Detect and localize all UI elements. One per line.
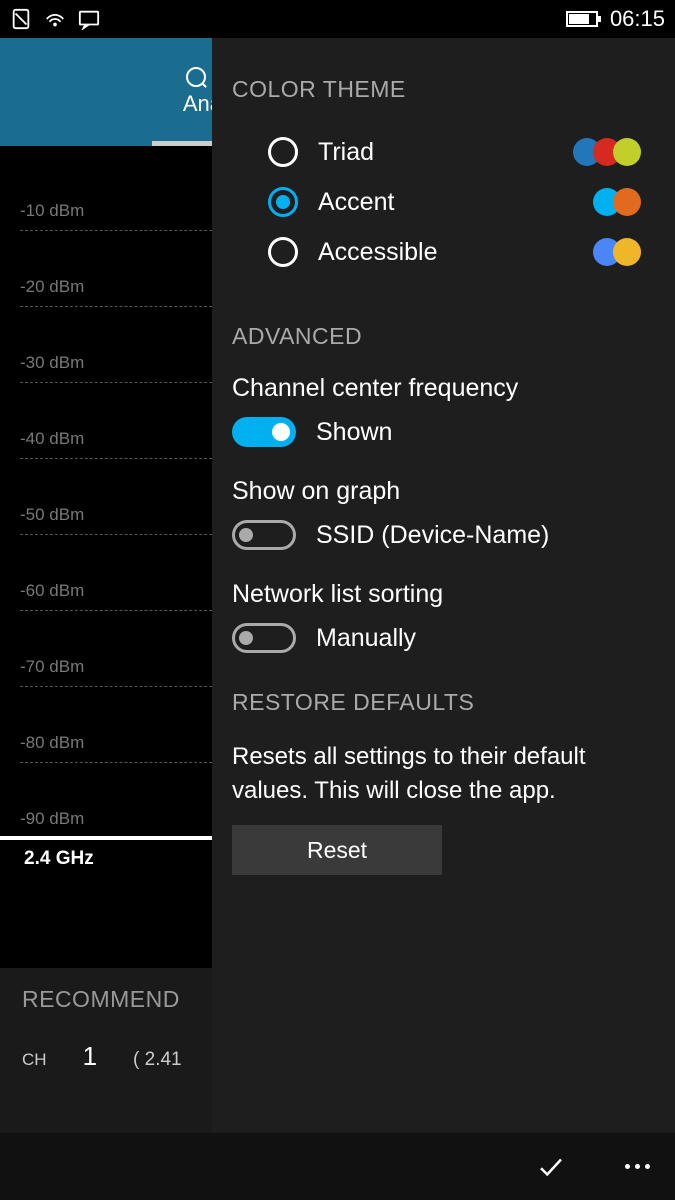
sort-label: Network list sorting	[232, 580, 645, 609]
status-time: 06:15	[610, 6, 665, 32]
color-theme-option-accent[interactable]: Accent	[232, 177, 645, 227]
analyze-tab-label[interactable]: Ana	[183, 91, 212, 117]
sort-value: Manually	[316, 624, 416, 653]
settings-panel: COLOR THEME Triad Accent Accessible ADVA…	[212, 38, 675, 1133]
color-swatch	[573, 138, 641, 166]
more-button[interactable]	[617, 1147, 657, 1187]
signal-chart: -10 dBm -20 dBm -30 dBm -40 dBm -50 dBm …	[0, 146, 212, 840]
y-tick: -70 dBm	[20, 657, 84, 677]
color-theme-option-accessible[interactable]: Accessible	[232, 227, 645, 277]
color-theme-option-triad[interactable]: Triad	[232, 127, 645, 177]
advanced-title: ADVANCED	[232, 323, 645, 350]
channel-freq-label: Channel center frequency	[232, 374, 645, 403]
radio-icon	[268, 137, 298, 167]
color-theme-title: COLOR THEME	[232, 76, 645, 103]
reset-button[interactable]: Reset	[232, 825, 442, 875]
restore-title: RESTORE DEFAULTS	[232, 689, 645, 716]
channel-freq-toggle[interactable]	[232, 417, 296, 447]
message-icon	[78, 8, 100, 30]
y-tick: -20 dBm	[20, 277, 84, 297]
radio-label: Accent	[318, 188, 593, 217]
sort-toggle[interactable]	[232, 623, 296, 653]
recommend-ch-value: 1	[83, 1041, 97, 1072]
analyze-tab-icon	[186, 67, 206, 87]
color-swatch	[593, 238, 641, 266]
y-tick: -40 dBm	[20, 429, 84, 449]
y-tick: -10 dBm	[20, 201, 84, 221]
app-bar	[0, 1133, 675, 1200]
radio-label: Triad	[318, 138, 573, 167]
background-app: Ana -10 dBm -20 dBm -30 dBm -40 dBm -50 …	[0, 38, 212, 1200]
more-icon	[625, 1164, 650, 1169]
recommend-title: RECOMMEND	[22, 986, 190, 1013]
radio-icon	[268, 187, 298, 217]
sim-icon	[10, 8, 32, 30]
y-tick: -50 dBm	[20, 505, 84, 525]
show-graph-toggle[interactable]	[232, 520, 296, 550]
channel-freq-value: Shown	[316, 418, 392, 447]
recommend-ch-label: CH	[22, 1050, 47, 1070]
battery-icon	[566, 11, 598, 27]
y-tick: -30 dBm	[20, 353, 84, 373]
status-bar: 06:15	[0, 0, 675, 38]
band-label: 2.4 GHz	[0, 840, 212, 870]
show-graph-label: Show on graph	[232, 477, 645, 506]
y-tick: -80 dBm	[20, 733, 84, 753]
wifi-icon	[44, 8, 66, 30]
y-tick: -60 dBm	[20, 581, 84, 601]
confirm-button[interactable]	[531, 1147, 571, 1187]
recommend-freq: ( 2.41	[133, 1049, 182, 1071]
radio-icon	[268, 237, 298, 267]
color-swatch	[593, 188, 641, 216]
radio-label: Accessible	[318, 238, 593, 267]
show-graph-value: SSID (Device-Name)	[316, 521, 549, 550]
restore-description: Resets all settings to their default val…	[232, 740, 645, 807]
recommend-panel: RECOMMEND CH 1 ( 2.41	[0, 968, 212, 1133]
y-tick: -90 dBm	[20, 809, 84, 829]
